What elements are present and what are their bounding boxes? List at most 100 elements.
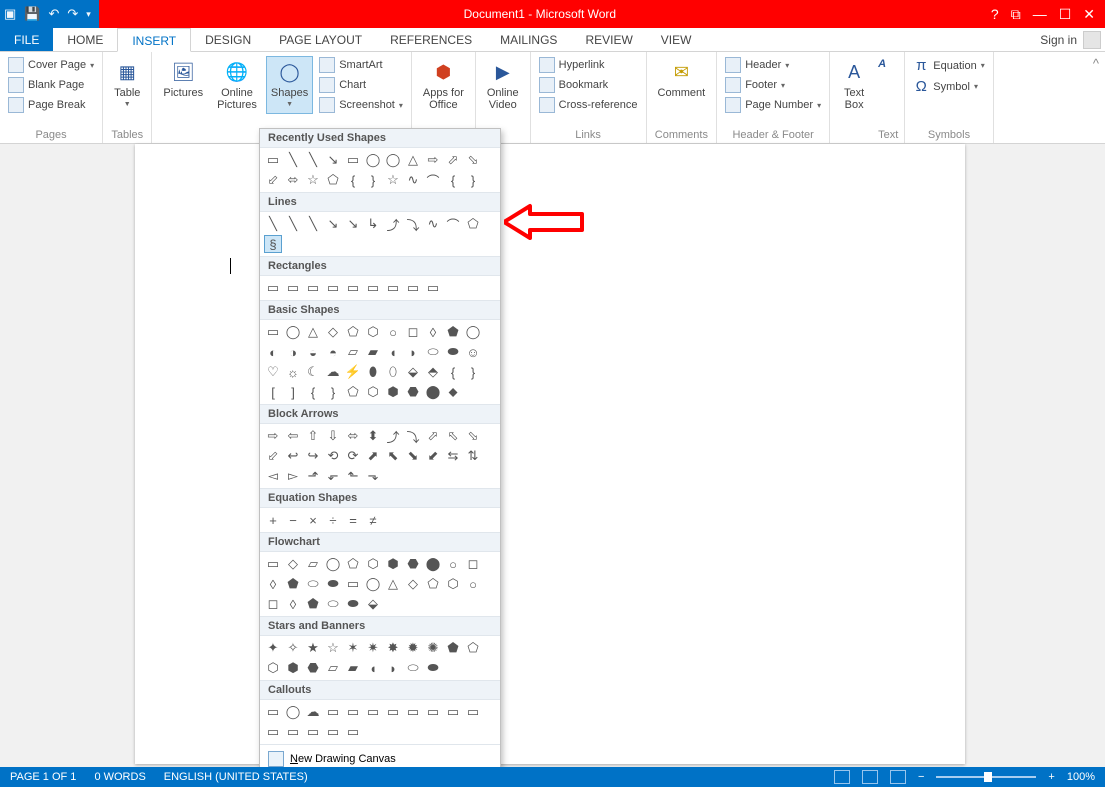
shape-item[interactable]: ⇨ xyxy=(424,151,442,169)
shape-item[interactable]: ▱ xyxy=(324,659,342,677)
shape-item[interactable]: { xyxy=(344,171,362,189)
shape-item[interactable]: ♡ xyxy=(264,363,282,381)
shape-item[interactable]: ▭ xyxy=(424,703,442,721)
shape-item[interactable]: ▭ xyxy=(264,151,282,169)
online-video-button[interactable]: ▶Online Video xyxy=(482,56,524,114)
shape-item[interactable]: ▭ xyxy=(324,279,342,297)
shape-item[interactable]: ⬠ xyxy=(324,171,342,189)
shape-item[interactable]: ◯ xyxy=(324,555,342,573)
shape-item[interactable]: ⬬ xyxy=(424,659,442,677)
shape-item[interactable]: ⬙ xyxy=(364,595,382,613)
shape-item[interactable]: ▭ xyxy=(404,703,422,721)
shape-item[interactable]: = xyxy=(344,511,362,529)
shape-item[interactable]: ▭ xyxy=(344,151,362,169)
shape-item[interactable]: ▭ xyxy=(424,279,442,297)
shape-item[interactable]: ╲ xyxy=(264,215,282,233)
zoom-in-icon[interactable]: + xyxy=(1048,771,1054,783)
shape-item[interactable]: ⬟ xyxy=(444,639,462,657)
undo-icon[interactable]: ↶ xyxy=(48,6,59,22)
tab-references[interactable]: REFERENCES xyxy=(376,28,486,51)
shape-item[interactable]: ⤵ xyxy=(404,215,422,233)
shape-item[interactable]: ⬊ xyxy=(404,447,422,465)
shape-item[interactable]: △ xyxy=(304,323,322,341)
read-mode-icon[interactable] xyxy=(834,770,850,784)
tab-insert[interactable]: INSERT xyxy=(117,28,191,52)
shape-item[interactable]: ⇦ xyxy=(284,427,302,445)
drop-cap-icon[interactable]: A xyxy=(878,58,886,70)
shape-item[interactable]: ▭ xyxy=(264,555,282,573)
shape-item[interactable]: ◗ xyxy=(384,659,402,677)
shape-item[interactable]: ▭ xyxy=(444,703,462,721)
apps-for-office-button[interactable]: ⬢Apps for Office xyxy=(418,56,469,114)
help-icon[interactable]: ? xyxy=(991,6,999,22)
shape-item[interactable]: △ xyxy=(384,575,402,593)
shape-item[interactable]: ▻ xyxy=(284,467,302,485)
blank-page-button[interactable]: Blank Page xyxy=(6,76,86,94)
shape-item[interactable]: ⬄ xyxy=(344,427,362,445)
hyperlink-button[interactable]: Hyperlink xyxy=(537,56,607,74)
smartart-button[interactable]: SmartArt xyxy=(317,56,384,74)
shape-item[interactable]: ⬠ xyxy=(464,215,482,233)
shape-item[interactable]: ⬡ xyxy=(364,323,382,341)
collapse-ribbon-icon[interactable]: ^ xyxy=(1087,52,1105,143)
shape-item[interactable]: ⇅ xyxy=(464,447,482,465)
shape-item[interactable]: ⬣ xyxy=(404,555,422,573)
shape-item[interactable]: ▭ xyxy=(344,279,362,297)
shape-item[interactable]: ↘ xyxy=(344,215,362,233)
shape-item[interactable]: ◯ xyxy=(464,323,482,341)
shape-item[interactable]: ⬭ xyxy=(324,595,342,613)
shape-item[interactable]: ⬘ xyxy=(424,363,442,381)
shape-item[interactable]: ⬬ xyxy=(444,343,462,361)
shape-item[interactable]: ⚡ xyxy=(344,363,362,381)
shape-item[interactable]: ⬃ xyxy=(264,447,282,465)
shape-item[interactable]: ⬡ xyxy=(364,555,382,573)
status-words[interactable]: 0 WORDS xyxy=(94,771,145,783)
shape-item[interactable]: ⬉ xyxy=(384,447,402,465)
shape-item[interactable]: ▭ xyxy=(324,703,342,721)
shape-item[interactable]: ☺ xyxy=(464,343,482,361)
shape-item[interactable]: } xyxy=(364,171,382,189)
shape-item[interactable]: { xyxy=(444,363,462,381)
shape-item[interactable]: ◗ xyxy=(404,343,422,361)
text-box-button[interactable]: AText Box xyxy=(836,56,872,114)
shape-item[interactable]: } xyxy=(464,171,482,189)
shape-item[interactable]: ▭ xyxy=(304,723,322,741)
shape-item[interactable]: ⤴ xyxy=(384,427,402,445)
zoom-out-icon[interactable]: − xyxy=(918,771,924,783)
shape-item[interactable]: ⤴ xyxy=(384,215,402,233)
shape-item[interactable]: ▰ xyxy=(344,659,362,677)
shape-item[interactable]: ★ xyxy=(304,639,322,657)
shape-item[interactable]: ↳ xyxy=(364,215,382,233)
equation-button[interactable]: πEquation xyxy=(911,56,986,75)
shape-item[interactable]: ▭ xyxy=(264,323,282,341)
qat-customize-icon[interactable]: ▾ xyxy=(86,9,91,20)
shape-item[interactable]: ⇩ xyxy=(324,427,342,445)
shape-item[interactable]: ✧ xyxy=(284,639,302,657)
shape-item[interactable]: ↪ xyxy=(304,447,322,465)
close-icon[interactable]: ✕ xyxy=(1083,6,1095,23)
shape-item[interactable]: ⬠ xyxy=(464,639,482,657)
zoom-level[interactable]: 100% xyxy=(1067,771,1095,783)
shape-item[interactable]: ≠ xyxy=(364,511,382,529)
shape-item[interactable]: ○ xyxy=(444,555,462,573)
shape-item[interactable]: ◓ xyxy=(324,343,342,361)
shape-item[interactable]: + xyxy=(264,511,282,529)
bookmark-button[interactable]: Bookmark xyxy=(537,76,611,94)
shape-item[interactable]: ↘ xyxy=(324,215,342,233)
shape-item[interactable]: ○ xyxy=(464,575,482,593)
shape-item[interactable]: ◯ xyxy=(364,575,382,593)
online-pictures-button[interactable]: 🌐Online Pictures xyxy=(212,56,262,114)
print-layout-icon[interactable] xyxy=(862,770,878,784)
shape-item[interactable]: ▭ xyxy=(344,703,362,721)
page-number-button[interactable]: Page Number xyxy=(723,96,823,114)
web-layout-icon[interactable] xyxy=(890,770,906,784)
shape-item[interactable]: ☆ xyxy=(324,639,342,657)
shape-item[interactable]: ⬤ xyxy=(424,383,442,401)
shape-item[interactable]: ⇧ xyxy=(304,427,322,445)
shape-item[interactable]: ▱ xyxy=(344,343,362,361)
shape-item[interactable]: ◇ xyxy=(324,323,342,341)
shape-item[interactable]: ⬂ xyxy=(464,151,482,169)
tab-file[interactable]: FILE xyxy=(0,28,53,51)
shape-item[interactable]: ∿ xyxy=(424,215,442,233)
shape-item[interactable]: ✶ xyxy=(344,639,362,657)
